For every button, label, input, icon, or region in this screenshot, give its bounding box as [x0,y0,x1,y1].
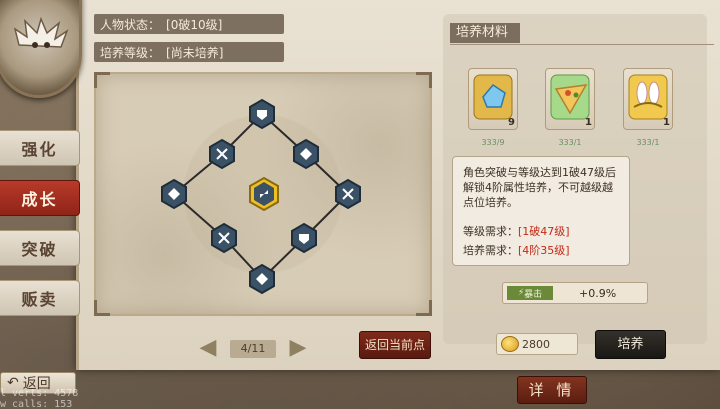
material-item-pizza[interactable]: 1 [545,68,595,130]
materials-title: 培养材料 [450,23,520,43]
gold-coin-icon [501,336,519,352]
cultivation-status: 培养等级： [尚未培养] [94,42,284,62]
talent-board [94,72,432,316]
character-avatar[interactable] [0,0,82,98]
debug-line-2: w calls: 153 [0,399,73,409]
tab-growth[interactable]: 成长 [0,180,80,216]
tab-breakthrough[interactable]: 突破 [0,230,80,266]
cultivate-button[interactable]: 培养 [595,330,666,359]
tab-sell[interactable]: 贩卖 [0,280,80,316]
crit-stat-label: 暴击 [524,289,543,300]
talent-node-upper-left[interactable] [209,138,235,170]
stat-value: +0.9% [579,286,617,300]
talent-node-lower-right[interactable] [291,222,317,254]
prev-page-arrow-icon[interactable]: ◀ [192,334,224,362]
level-requirement: 等级需求：[1破47级] [463,224,619,239]
gold-amount: 2800 [522,337,550,351]
cultivation-requirement-value: [4阶35级] [518,244,570,257]
crit-stat-tag: ⚡ 暴击 [507,286,553,300]
talent-node-bottom[interactable] [249,263,275,295]
materials-divider [450,44,714,45]
side-menu: 强化 成长 突破 贩卖 [0,130,80,330]
material-crystal-num: 9 [508,117,515,128]
rock-creature-icon [13,16,69,48]
tab-enhance[interactable]: 强化 [0,130,80,166]
description-text: 角色突破与等级达到1破47级后解锁4阶属性培养，不可越级越点位培养。 [463,166,616,209]
character-status-label: 人物状态： [100,17,161,32]
cultivation-requirement-label: 培养需求： [463,244,518,257]
cultivation-status-label: 培养等级： [100,45,161,60]
cultivation-requirement: 培养需求：[4阶35级] [463,243,619,258]
material-pizza-num: 1 [585,117,592,128]
material-pizza-count: 333/1 [558,138,582,147]
detail-button[interactable]: 详 情 [517,376,587,404]
talent-node-lower-left[interactable] [211,222,237,254]
unlock-description: 角色突破与等级达到1破47级后解锁4阶属性培养，不可越级越点位培养。 等级需求：… [452,156,630,266]
gold-cost: 2800 [496,333,578,355]
talent-node-center-selected[interactable] [249,176,279,212]
level-requirement-value: [1破47级] [518,225,570,238]
return-current-button[interactable]: 返回当前点 [359,331,431,359]
character-status-value: [0破10级] [166,17,223,32]
material-bunny-ears-num: 1 [663,117,670,128]
next-page-arrow-icon[interactable]: ▶ [282,334,314,362]
talent-node-upper-right[interactable] [293,138,319,170]
level-requirement-label: 等级需求： [463,225,518,238]
cultivation-status-value: [尚未培养] [166,45,224,60]
material-item-crystal[interactable]: 9 [468,68,518,130]
talent-node-left[interactable] [161,178,187,210]
debug-line-1: l verts: 4578 [0,388,79,399]
material-bunny-ears-count: 333/1 [636,138,660,147]
page-navigator: ◀ 4/11 ▶ [192,334,316,362]
stat-bonus: ⚡ 暴击 +0.9% [502,282,648,304]
requirements: 等级需求：[1破47级] 培养需求：[4阶35级] [463,224,619,258]
debug-stats: l verts: 4578 w calls: 153 [0,388,78,409]
material-crystal-count: 333/9 [481,138,505,147]
material-item-bunny-ears[interactable]: 1 [623,68,673,130]
character-status: 人物状态： [0破10级] [94,14,284,34]
page-indicator: 4/11 [230,340,276,358]
talent-node-top[interactable] [249,98,275,130]
talent-node-right[interactable] [335,178,361,210]
talent-tree [161,98,361,295]
